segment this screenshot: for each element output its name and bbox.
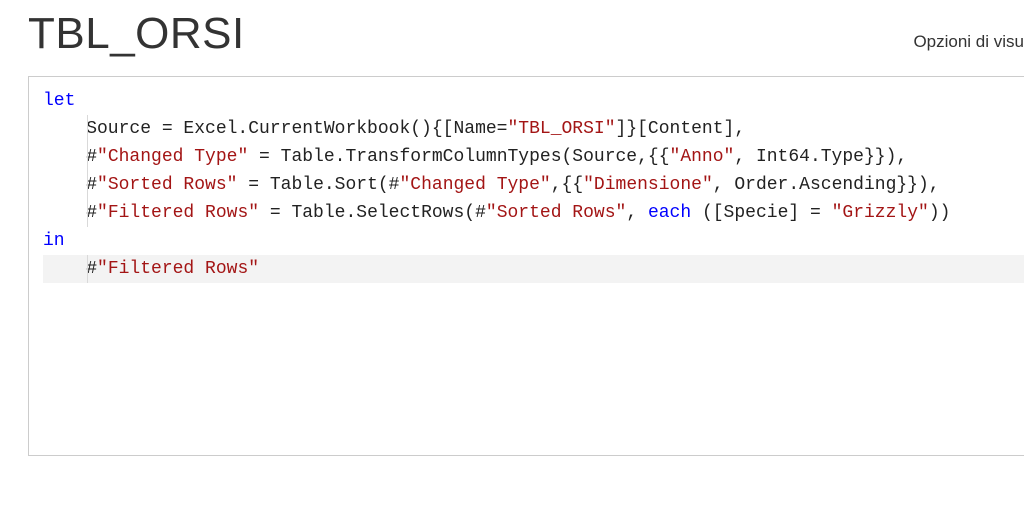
code-string: "Changed Type" xyxy=(399,175,550,195)
code-string: "TBL_ORSI" xyxy=(507,119,615,139)
code-text: # xyxy=(43,203,97,223)
code-text: = Table.Sort(# xyxy=(237,175,399,195)
code-text: # xyxy=(43,259,97,279)
code-text: = Table.SelectRows(# xyxy=(259,203,486,223)
code-line: let xyxy=(43,87,1024,115)
code-text: , Int64.Type}}), xyxy=(734,147,907,167)
code-text: , Order.Ascending}}), xyxy=(713,175,940,195)
code-text: ,{{ xyxy=(551,175,583,195)
code-text: # xyxy=(43,175,97,195)
code-text: Source = Excel.CurrentWorkbook(){[Name= xyxy=(43,119,507,139)
code-line: #"Sorted Rows" = Table.Sort(#"Changed Ty… xyxy=(43,171,1024,199)
code-text: ]}[Content], xyxy=(616,119,746,139)
keyword-let: let xyxy=(43,91,75,111)
code-text: , xyxy=(626,203,648,223)
code-text: ([Specie] = xyxy=(691,203,831,223)
code-string: "Filtered Rows" xyxy=(97,259,259,279)
code-string: "Sorted Rows" xyxy=(486,203,626,223)
code-string: "Changed Type" xyxy=(97,147,248,167)
code-text: = Table.TransformColumnTypes(Source,{{ xyxy=(248,147,669,167)
code-text: )) xyxy=(929,203,951,223)
header: TBL_ORSI Opzioni di visu xyxy=(0,0,1024,76)
display-options-link[interactable]: Opzioni di visu xyxy=(913,32,1024,52)
code-line: in xyxy=(43,227,1024,255)
code-line: #"Changed Type" = Table.TransformColumnT… xyxy=(43,143,1024,171)
code-text: # xyxy=(43,147,97,167)
keyword-in: in xyxy=(43,231,65,251)
query-title: TBL_ORSI xyxy=(28,10,245,58)
keyword-each: each xyxy=(648,203,691,223)
code-string: "Grizzly" xyxy=(832,203,929,223)
code-editor[interactable]: let Source = Excel.CurrentWorkbook(){[Na… xyxy=(28,76,1024,456)
code-string: "Sorted Rows" xyxy=(97,175,237,195)
code-line: #"Filtered Rows" xyxy=(43,255,1024,283)
code-string: "Anno" xyxy=(670,147,735,167)
code-line: Source = Excel.CurrentWorkbook(){[Name="… xyxy=(43,115,1024,143)
code-string: "Filtered Rows" xyxy=(97,203,259,223)
code-line: #"Filtered Rows" = Table.SelectRows(#"So… xyxy=(43,199,1024,227)
code-string: "Dimensione" xyxy=(583,175,713,195)
